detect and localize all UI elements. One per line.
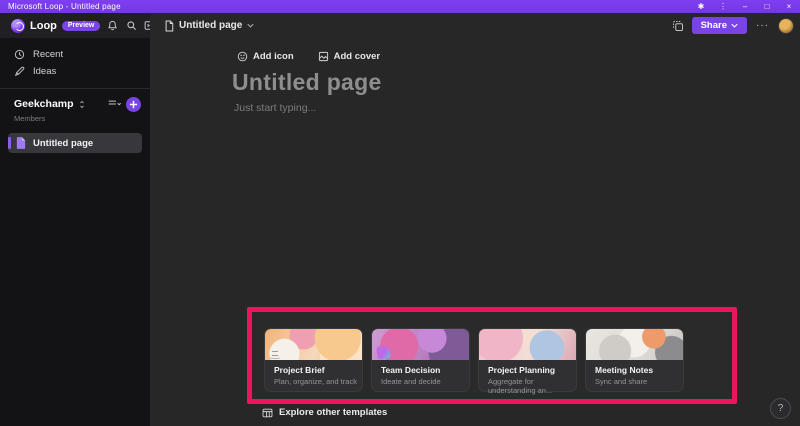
template-row: Project Brief Plan, organize, and track … (265, 329, 683, 391)
members-label[interactable]: Members (0, 113, 150, 123)
copy-page-icon[interactable] (671, 19, 685, 33)
share-label: Share (701, 20, 727, 31)
sidebar: Loop Preview (0, 13, 150, 426)
template-cover-art (372, 329, 469, 360)
preview-badge: Preview (62, 21, 100, 31)
titlebar-menu-icon[interactable]: ⋮ (712, 0, 734, 13)
notifications-icon[interactable] (105, 19, 119, 33)
add-icon-button[interactable]: Add icon (234, 49, 297, 64)
add-icon-label: Add icon (253, 51, 294, 62)
window-titlebar: Microsoft Loop - Untitled page ✱ ⋮ – □ × (0, 0, 800, 13)
template-description: Ideate and decide (381, 377, 441, 386)
question-mark-icon: ? (778, 403, 784, 414)
template-name: Meeting Notes (595, 365, 653, 375)
typing-placeholder[interactable]: Just start typing... (234, 102, 316, 114)
template-name: Project Planning (488, 365, 555, 375)
add-cover-label: Add cover (334, 51, 380, 62)
explore-templates-button[interactable]: Explore other templates (262, 407, 387, 418)
main-header: Untitled page Share ··· (150, 13, 800, 38)
sidebar-header: Loop Preview (0, 13, 150, 38)
template-cover-art (479, 329, 576, 360)
more-options-icon[interactable]: ··· (754, 20, 771, 31)
template-name: Team Decision (381, 365, 440, 375)
chevron-down-icon (247, 23, 254, 28)
smiley-icon (237, 51, 248, 62)
breadcrumb-label: Untitled page (179, 20, 242, 31)
minimize-button[interactable]: – (734, 0, 756, 13)
breadcrumb[interactable]: Untitled page (160, 18, 258, 34)
sidebar-body: Recent Ideas Geekchamp (0, 38, 150, 426)
main-area: Untitled page Share ··· (150, 13, 800, 426)
sidebar-item-label: Ideas (33, 66, 56, 77)
unicorn-emoji-icon (376, 345, 391, 360)
pen-icon (14, 66, 25, 77)
workspace-switcher[interactable]: Geekchamp (0, 95, 150, 113)
sidebar-divider (0, 88, 150, 89)
add-cover-button[interactable]: Add cover (315, 49, 383, 64)
template-cover-art (586, 329, 683, 360)
page-item-label: Untitled page (33, 138, 93, 149)
help-button[interactable]: ? (770, 398, 791, 419)
new-page-button[interactable] (126, 97, 141, 112)
explore-templates-label: Explore other templates (279, 407, 387, 418)
view-options-icon[interactable] (107, 97, 121, 111)
search-icon[interactable] (124, 19, 138, 33)
sidebar-page-untitled[interactable]: Untitled page (8, 133, 142, 153)
template-card-project-planning[interactable]: Project Planning Aggregate for understan… (479, 329, 576, 391)
image-icon (318, 51, 329, 62)
close-button[interactable]: × (778, 0, 800, 13)
templates-highlight-box: Project Brief Plan, organize, and track … (247, 307, 737, 404)
maximize-button[interactable]: □ (756, 0, 778, 13)
sidebar-item-label: Recent (33, 49, 63, 60)
template-card-meeting-notes[interactable]: Meeting Notes Sync and share (586, 329, 683, 391)
share-button[interactable]: Share (692, 17, 747, 34)
pencil-emoji-icon (591, 346, 604, 359)
loop-logo-icon (11, 19, 25, 33)
app-name: Loop (30, 20, 57, 32)
sort-arrows-icon (78, 100, 86, 109)
extension-icon[interactable]: ✱ (690, 0, 712, 13)
avatar[interactable] (778, 18, 794, 34)
gem-emoji-icon (484, 346, 497, 359)
template-name: Project Brief (274, 365, 325, 375)
sidebar-item-recent[interactable]: Recent (0, 46, 150, 63)
template-description: Plan, organize, and track (274, 377, 357, 386)
template-card-team-decision[interactable]: Team Decision Ideate and decide (372, 329, 469, 391)
workspace-name: Geekchamp (14, 98, 74, 110)
document-emoji-icon (270, 346, 280, 359)
templates-grid-icon (262, 408, 273, 418)
template-description: Aggregate for understanding an... (488, 377, 576, 395)
sidebar-item-ideas[interactable]: Ideas (0, 63, 150, 80)
clock-icon (14, 49, 25, 60)
plus-icon (129, 100, 138, 109)
chevron-down-icon (731, 23, 738, 28)
page-icon (164, 20, 174, 32)
window-title: Microsoft Loop - Untitled page (8, 2, 121, 11)
doc-actions: Add icon Add cover (234, 49, 383, 64)
template-cover-art (265, 329, 362, 360)
page-title[interactable]: Untitled page (232, 69, 382, 96)
template-description: Sync and share (595, 377, 647, 386)
template-card-project-brief[interactable]: Project Brief Plan, organize, and track (265, 329, 362, 391)
page-icon (16, 137, 26, 149)
